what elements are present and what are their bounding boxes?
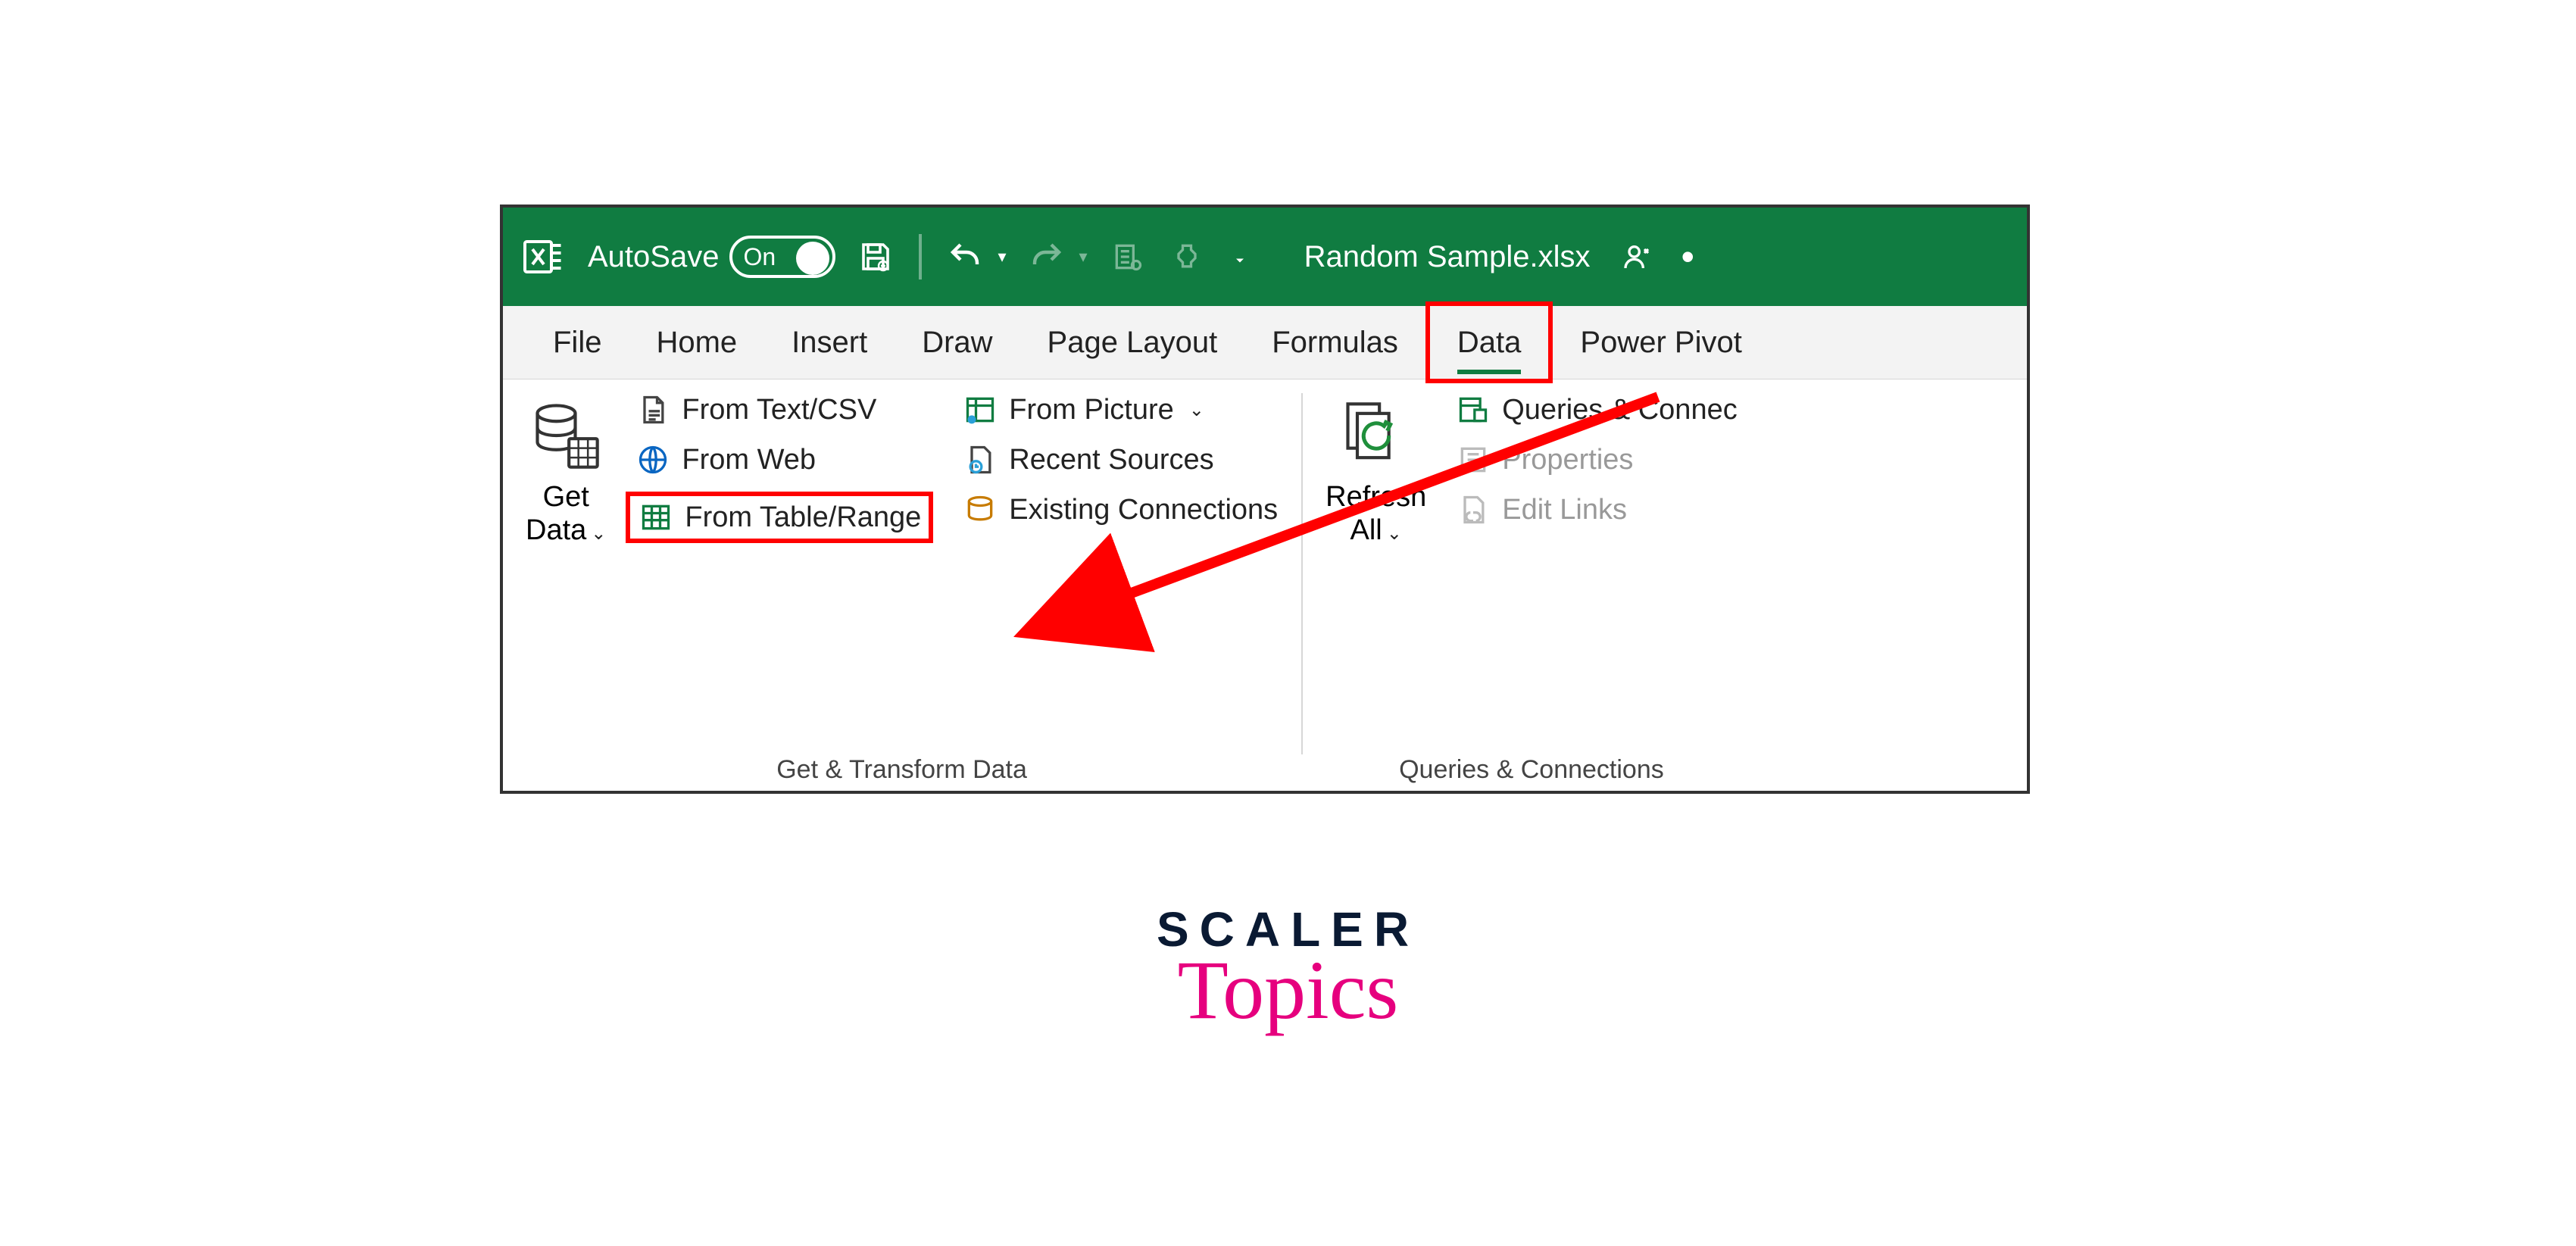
recent-sources-icon (962, 442, 998, 478)
chevron-down-icon: ⌄ (1387, 523, 1402, 544)
from-picture-label: From Picture (1009, 394, 1173, 426)
edit-links-icon (1455, 492, 1491, 528)
autosave-toggle[interactable]: AutoSave On (588, 236, 835, 278)
get-data-button[interactable]: Get Data⌄ (526, 392, 606, 752)
existing-connections-label: Existing Connections (1009, 494, 1278, 526)
excel-logo-icon (521, 234, 567, 279)
from-web-button[interactable]: From Web (635, 442, 933, 478)
tab-file[interactable]: File (526, 306, 629, 379)
chevron-down-icon: ⌄ (1189, 399, 1204, 421)
undo-icon[interactable] (946, 238, 984, 276)
tab-power-pivot[interactable]: Power Pivot (1553, 306, 1769, 379)
ribbon-tabs: File Home Insert Draw Page Layout Formul… (503, 306, 2027, 379)
from-web-label: From Web (682, 444, 816, 476)
queries-connections-button[interactable]: Queries & Connec (1455, 392, 1738, 428)
edit-links-label: Edit Links (1502, 494, 1627, 526)
tab-draw[interactable]: Draw (895, 306, 1019, 379)
from-text-csv-button[interactable]: From Text/CSV (635, 392, 933, 428)
edit-links-button[interactable]: Edit Links (1455, 492, 1738, 528)
qat-customize-icon[interactable] (1227, 238, 1253, 276)
recent-sources-button[interactable]: Recent Sources (962, 442, 1278, 478)
get-data-icon (528, 398, 604, 473)
more-dot: • (1681, 235, 1695, 279)
group-caption-queries: Queries & Connections (1325, 755, 1738, 791)
toggle-track: On (729, 236, 835, 278)
get-data-label: Get Data⌄ (526, 481, 606, 547)
queries-connections-icon (1455, 392, 1491, 428)
toggle-knob (796, 242, 829, 275)
from-text-csv-icon (635, 392, 671, 428)
ribbon-body: Get Data⌄ From Text/CSV (503, 379, 2027, 791)
recent-sources-label: Recent Sources (1009, 444, 1213, 476)
refresh-all-label: Refresh All⌄ (1325, 481, 1426, 547)
queries-connections-label: Queries & Connec (1502, 394, 1738, 426)
filename: Random Sample.xlsx (1304, 240, 1591, 274)
existing-connections-icon (962, 492, 998, 528)
from-table-range-button[interactable]: From Table/Range (626, 492, 933, 543)
group-queries-connections: Refresh All⌄ Queries & Connec (1303, 379, 1761, 791)
existing-connections-button[interactable]: Existing Connections (962, 492, 1278, 528)
refresh-all-icon (1338, 398, 1414, 473)
group-get-transform: Get Data⌄ From Text/CSV (503, 379, 1301, 791)
chevron-down-icon: ⌄ (591, 523, 606, 544)
properties-label: Properties (1502, 444, 1633, 476)
watermark: SCALER Topics (0, 901, 2576, 1038)
save-icon[interactable] (857, 238, 895, 276)
properties-button[interactable]: Properties (1455, 442, 1738, 478)
tab-formulas[interactable]: Formulas (1244, 306, 1425, 379)
group-caption-get-transform: Get & Transform Data (526, 755, 1278, 791)
tab-insert[interactable]: Insert (764, 306, 895, 379)
refresh-all-button[interactable]: Refresh All⌄ (1325, 392, 1426, 752)
from-table-range-label: From Table/Range (685, 501, 921, 534)
tab-page-layout[interactable]: Page Layout (1020, 306, 1245, 379)
from-web-icon (635, 442, 671, 478)
tab-home[interactable]: Home (629, 306, 764, 379)
from-picture-icon (962, 392, 998, 428)
presence-icon[interactable] (1618, 238, 1656, 276)
tab-data[interactable]: Data (1425, 301, 1553, 383)
qat-icon-1[interactable] (1109, 238, 1147, 276)
from-text-csv-label: From Text/CSV (682, 394, 876, 426)
separator (919, 234, 922, 279)
qat-icon-2[interactable] (1168, 238, 1206, 276)
undo-dropdown-icon[interactable]: ▾ (998, 247, 1006, 267)
title-bar: AutoSave On ▾ ▾ (503, 208, 2027, 306)
excel-window: AutoSave On ▾ ▾ (500, 205, 2030, 794)
properties-icon (1455, 442, 1491, 478)
watermark-line2: Topics (0, 942, 2576, 1038)
autosave-label: AutoSave (588, 240, 719, 274)
redo-icon[interactable] (1028, 238, 1066, 276)
redo-dropdown-icon[interactable]: ▾ (1079, 247, 1088, 267)
from-table-range-icon (638, 499, 674, 536)
autosave-state: On (732, 243, 776, 271)
from-picture-button[interactable]: From Picture ⌄ (962, 392, 1278, 428)
